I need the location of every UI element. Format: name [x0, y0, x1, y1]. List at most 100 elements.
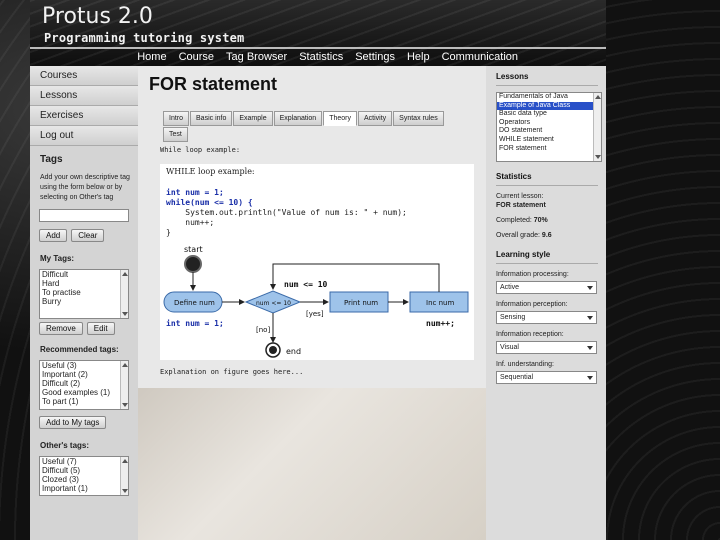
- app-subtitle: Programming tutoring system: [44, 31, 245, 45]
- condition-label: num <= 10: [256, 300, 291, 307]
- flowchart-diagram: start Define num num <= 10 Print num Inc…: [163, 245, 469, 358]
- list-item[interactable]: Hard: [40, 279, 128, 288]
- understanding-label: Inf. understanding:: [496, 361, 554, 368]
- list-item[interactable]: Important (1): [40, 484, 128, 493]
- scrollbar[interactable]: [120, 270, 128, 318]
- list-item[interactable]: To practise: [40, 288, 128, 297]
- lesson-tabs: Intro Basic info Example Explanation The…: [163, 111, 463, 143]
- remove-tag-button[interactable]: Remove: [39, 322, 83, 335]
- list-item[interactable]: Difficult (2): [40, 379, 128, 388]
- processing-select[interactable]: Active: [496, 281, 597, 294]
- lesson-item-selected[interactable]: Example of Java Class: [497, 101, 601, 111]
- nav-statistics[interactable]: Statistics: [293, 51, 349, 63]
- reception-label: Information reception:: [496, 331, 564, 338]
- nav-course[interactable]: Course: [173, 51, 220, 63]
- perception-label: Information perception:: [496, 301, 568, 308]
- tab-theory[interactable]: Theory: [323, 111, 357, 126]
- header: Protus 2.0 Programming tutoring system H…: [30, 0, 606, 66]
- reception-value: Visual: [500, 344, 519, 351]
- others-tags-title: Other's tags:: [40, 441, 90, 450]
- nav-help[interactable]: Help: [401, 51, 436, 63]
- list-item[interactable]: Burry: [40, 297, 128, 306]
- tab-basic-info[interactable]: Basic info: [190, 111, 233, 126]
- main-content: FOR statement Intro Basic info Example E…: [138, 66, 486, 540]
- list-item[interactable]: Difficult (5): [40, 466, 128, 475]
- lesson-item[interactable]: Fundamentals of Java: [497, 93, 601, 102]
- list-item[interactable]: Useful (3): [40, 361, 128, 370]
- tab-test[interactable]: Test: [163, 127, 188, 142]
- sidebar-item-lessons[interactable]: Lessons: [30, 86, 138, 106]
- list-item[interactable]: Clozed (3): [40, 475, 128, 484]
- completed-value: 70%: [533, 217, 548, 224]
- edit-tag-button[interactable]: Edit: [86, 322, 115, 335]
- tag-input[interactable]: [39, 209, 129, 222]
- nav-home[interactable]: Home: [131, 51, 172, 63]
- lesson-item[interactable]: Basic data type: [497, 110, 601, 119]
- chevron-down-icon: [587, 316, 593, 320]
- grade-label: Overall grade:: [496, 232, 540, 239]
- yes-label: [yes]: [306, 310, 324, 318]
- recommended-tags-list[interactable]: Useful (3) Important (2) Difficult (2) G…: [39, 360, 129, 410]
- perception-value: Sensing: [500, 314, 526, 321]
- code-example-label: While loop example:: [160, 146, 241, 154]
- list-item[interactable]: To part (1): [40, 397, 128, 406]
- tab-example[interactable]: Example: [233, 111, 273, 126]
- list-item[interactable]: Good examples (1): [40, 388, 128, 397]
- perception-select[interactable]: Sensing: [496, 311, 597, 324]
- nav-settings[interactable]: Settings: [349, 51, 401, 63]
- define-num-label: Define num: [174, 299, 215, 307]
- sidebar-item-exercises[interactable]: Exercises: [30, 106, 138, 126]
- inc-num-label: Inc num: [426, 299, 454, 307]
- lesson-item[interactable]: WHILE statement: [497, 136, 601, 145]
- chevron-down-icon: [587, 286, 593, 290]
- lessons-title: Lessons: [496, 72, 529, 81]
- left-sidebar: Courses Lessons Exercises Log out Tags A…: [30, 66, 138, 540]
- understanding-select[interactable]: Sequential: [496, 371, 597, 384]
- nav-communication[interactable]: Communication: [436, 51, 524, 63]
- understanding-value: Sequential: [500, 374, 534, 381]
- tab-syntax-rules[interactable]: Syntax rules: [393, 111, 444, 126]
- explanation-text: Explanation on figure goes here...: [160, 368, 304, 376]
- tab-explanation[interactable]: Explanation: [273, 111, 323, 126]
- scrollbar[interactable]: [593, 93, 601, 161]
- list-item[interactable]: Important (2): [40, 370, 128, 379]
- scrollbar[interactable]: [120, 457, 128, 495]
- tab-intro[interactable]: Intro: [163, 111, 190, 126]
- scrollbar[interactable]: [120, 361, 128, 409]
- add-tag-button[interactable]: Add: [39, 229, 68, 242]
- chevron-down-icon: [587, 346, 593, 350]
- end-node-inner-icon: [269, 346, 277, 354]
- lesson-item[interactable]: Operators: [497, 119, 601, 128]
- current-lesson-value: FOR statement: [496, 202, 546, 209]
- tab-activity[interactable]: Activity: [358, 111, 393, 126]
- processing-value: Active: [500, 284, 520, 291]
- end-label: end: [286, 347, 301, 356]
- divider: [496, 85, 598, 86]
- list-item[interactable]: Useful (7): [40, 457, 128, 466]
- sidebar-item-courses[interactable]: Courses: [30, 66, 138, 86]
- recommended-tags-title: Recommended tags:: [40, 345, 119, 354]
- completed-label: Completed:: [496, 217, 532, 224]
- current-lesson-label: Current lesson:: [496, 193, 544, 200]
- my-tags-list[interactable]: Difficult Hard To practise Burry: [39, 269, 129, 319]
- add-to-my-tags-button[interactable]: Add to My tags: [39, 416, 107, 429]
- header-divider: [30, 47, 606, 49]
- tags-title: Tags: [40, 154, 63, 165]
- grade-value: 9.6: [541, 232, 552, 239]
- lesson-item[interactable]: DO statement: [497, 127, 601, 136]
- chevron-down-icon: [587, 376, 593, 380]
- processing-label: Information processing:: [496, 271, 569, 278]
- statistics-title: Statistics: [496, 172, 532, 181]
- list-item[interactable]: Difficult: [40, 270, 128, 279]
- nav-tag-browser[interactable]: Tag Browser: [220, 51, 293, 63]
- lesson-item[interactable]: FOR statement: [497, 145, 601, 154]
- sidebar-item-logout[interactable]: Log out: [30, 126, 138, 146]
- clear-tag-button[interactable]: Clear: [71, 229, 105, 242]
- lessons-list[interactable]: Fundamentals of Java Example of Java Cla…: [496, 92, 602, 162]
- page-title: FOR statement: [149, 74, 278, 94]
- others-tags-list[interactable]: Useful (7) Difficult (5) Clozed (3) Impo…: [39, 456, 129, 496]
- reception-select[interactable]: Visual: [496, 341, 597, 354]
- app-window: Protus 2.0 Programming tutoring system H…: [30, 0, 606, 540]
- app-title: Protus 2.0: [42, 4, 153, 29]
- right-sidebar: Lessons Fundamentals of Java Example of …: [486, 66, 606, 540]
